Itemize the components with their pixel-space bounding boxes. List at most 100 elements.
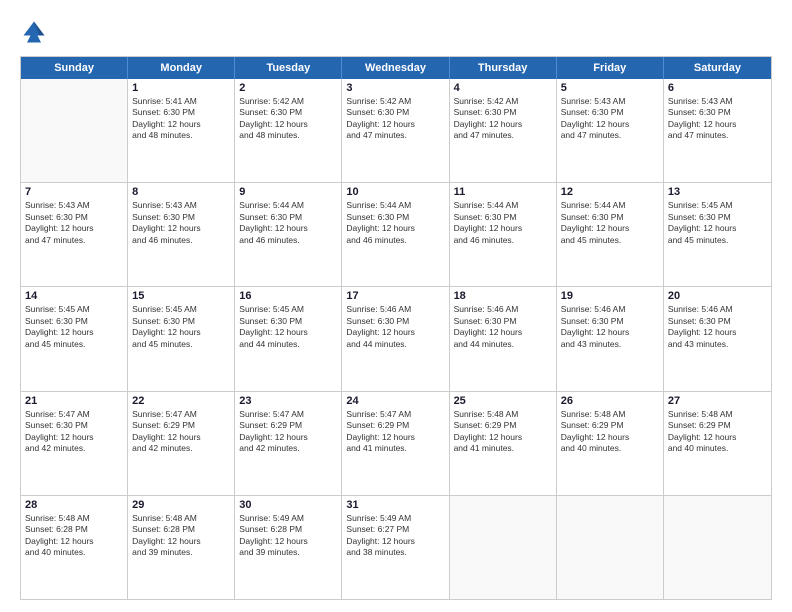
calendar-cell	[450, 496, 557, 599]
calendar-cell: 26 Sunrise: 5:48 AM Sunset: 6:29 PM Dayli…	[557, 392, 664, 495]
calendar: SundayMondayTuesdayWednesdayThursdayFrid…	[20, 56, 772, 600]
day-info: Sunrise: 5:43 AM Sunset: 6:30 PM Dayligh…	[132, 200, 230, 246]
day-info: Sunrise: 5:42 AM Sunset: 6:30 PM Dayligh…	[454, 96, 552, 142]
calendar-cell	[664, 496, 771, 599]
calendar-week-row: 21 Sunrise: 5:47 AM Sunset: 6:30 PM Dayli…	[21, 392, 771, 496]
calendar-cell: 20 Sunrise: 5:46 AM Sunset: 6:30 PM Dayli…	[664, 287, 771, 390]
day-number: 6	[668, 82, 767, 94]
day-info: Sunrise: 5:47 AM Sunset: 6:30 PM Dayligh…	[25, 409, 123, 455]
calendar-cell: 10 Sunrise: 5:44 AM Sunset: 6:30 PM Dayli…	[342, 183, 449, 286]
day-info: Sunrise: 5:43 AM Sunset: 6:30 PM Dayligh…	[561, 96, 659, 142]
calendar-cell: 3 Sunrise: 5:42 AM Sunset: 6:30 PM Daylig…	[342, 79, 449, 182]
day-info: Sunrise: 5:46 AM Sunset: 6:30 PM Dayligh…	[668, 304, 767, 350]
day-info: Sunrise: 5:44 AM Sunset: 6:30 PM Dayligh…	[454, 200, 552, 246]
day-info: Sunrise: 5:46 AM Sunset: 6:30 PM Dayligh…	[561, 304, 659, 350]
calendar-header-day: Monday	[128, 57, 235, 79]
day-number: 9	[239, 186, 337, 198]
day-info: Sunrise: 5:42 AM Sunset: 6:30 PM Dayligh…	[346, 96, 444, 142]
day-info: Sunrise: 5:45 AM Sunset: 6:30 PM Dayligh…	[239, 304, 337, 350]
day-number: 31	[346, 499, 444, 511]
calendar-cell: 31Sunrise: 5:49 AM Sunset: 6:27 PM Dayli…	[342, 496, 449, 599]
day-info: Sunrise: 5:43 AM Sunset: 6:30 PM Dayligh…	[668, 96, 767, 142]
calendar-cell	[21, 79, 128, 182]
calendar-cell: 8 Sunrise: 5:43 AM Sunset: 6:30 PM Daylig…	[128, 183, 235, 286]
calendar-cell: 9 Sunrise: 5:44 AM Sunset: 6:30 PM Daylig…	[235, 183, 342, 286]
page: SundayMondayTuesdayWednesdayThursdayFrid…	[0, 0, 792, 612]
calendar-cell: 18Sunrise: 5:46 AM Sunset: 6:30 PM Dayli…	[450, 287, 557, 390]
logo	[20, 18, 52, 46]
day-number: 30	[239, 499, 337, 511]
day-info: Sunrise: 5:42 AM Sunset: 6:30 PM Dayligh…	[239, 96, 337, 142]
day-number: 29	[132, 499, 230, 511]
calendar-cell: 17 Sunrise: 5:46 AM Sunset: 6:30 PM Dayli…	[342, 287, 449, 390]
day-info: Sunrise: 5:44 AM Sunset: 6:30 PM Dayligh…	[239, 200, 337, 246]
day-info: Sunrise: 5:48 AM Sunset: 6:28 PM Dayligh…	[25, 513, 123, 559]
day-info: Sunrise: 5:49 AM Sunset: 6:28 PM Dayligh…	[239, 513, 337, 559]
day-number: 14	[25, 290, 123, 302]
day-info: Sunrise: 5:47 AM Sunset: 6:29 PM Dayligh…	[346, 409, 444, 455]
calendar-cell: 23 Sunrise: 5:47 AM Sunset: 6:29 PM Dayli…	[235, 392, 342, 495]
logo-icon	[20, 18, 48, 46]
day-number: 17	[346, 290, 444, 302]
day-number: 22	[132, 395, 230, 407]
calendar-cell: 2 Sunrise: 5:42 AM Sunset: 6:30 PM Daylig…	[235, 79, 342, 182]
day-number: 26	[561, 395, 659, 407]
calendar-cell: 27 Sunrise: 5:48 AM Sunset: 6:29 PM Dayli…	[664, 392, 771, 495]
calendar-cell: 15 Sunrise: 5:45 AM Sunset: 6:30 PM Dayli…	[128, 287, 235, 390]
calendar-cell: 11 Sunrise: 5:44 AM Sunset: 6:30 PM Dayli…	[450, 183, 557, 286]
day-info: Sunrise: 5:45 AM Sunset: 6:30 PM Dayligh…	[668, 200, 767, 246]
day-number: 19	[561, 290, 659, 302]
day-number: 2	[239, 82, 337, 94]
day-number: 20	[668, 290, 767, 302]
calendar-cell: 6 Sunrise: 5:43 AM Sunset: 6:30 PM Daylig…	[664, 79, 771, 182]
day-number: 8	[132, 186, 230, 198]
day-info: Sunrise: 5:46 AM Sunset: 6:30 PM Dayligh…	[454, 304, 552, 350]
calendar-cell: 7 Sunrise: 5:43 AM Sunset: 6:30 PM Daylig…	[21, 183, 128, 286]
day-number: 7	[25, 186, 123, 198]
calendar-cell: 1Sunrise: 5:41 AM Sunset: 6:30 PM Daylig…	[128, 79, 235, 182]
calendar-cell: 30 Sunrise: 5:49 AM Sunset: 6:28 PM Dayli…	[235, 496, 342, 599]
day-number: 24	[346, 395, 444, 407]
day-info: Sunrise: 5:47 AM Sunset: 6:29 PM Dayligh…	[239, 409, 337, 455]
calendar-cell: 12 Sunrise: 5:44 AM Sunset: 6:30 PM Dayli…	[557, 183, 664, 286]
day-number: 12	[561, 186, 659, 198]
calendar-cell: 5 Sunrise: 5:43 AM Sunset: 6:30 PM Daylig…	[557, 79, 664, 182]
calendar-header-day: Tuesday	[235, 57, 342, 79]
calendar-week-row: 7 Sunrise: 5:43 AM Sunset: 6:30 PM Daylig…	[21, 183, 771, 287]
calendar-cell: 16Sunrise: 5:45 AM Sunset: 6:30 PM Dayli…	[235, 287, 342, 390]
day-number: 25	[454, 395, 552, 407]
day-number: 5	[561, 82, 659, 94]
day-info: Sunrise: 5:48 AM Sunset: 6:29 PM Dayligh…	[561, 409, 659, 455]
day-info: Sunrise: 5:43 AM Sunset: 6:30 PM Dayligh…	[25, 200, 123, 246]
calendar-body: 1Sunrise: 5:41 AM Sunset: 6:30 PM Daylig…	[21, 79, 771, 599]
calendar-header-day: Sunday	[21, 57, 128, 79]
day-info: Sunrise: 5:48 AM Sunset: 6:29 PM Dayligh…	[668, 409, 767, 455]
calendar-cell: 22 Sunrise: 5:47 AM Sunset: 6:29 PM Dayli…	[128, 392, 235, 495]
header	[20, 18, 772, 46]
calendar-cell: 13 Sunrise: 5:45 AM Sunset: 6:30 PM Dayli…	[664, 183, 771, 286]
day-number: 15	[132, 290, 230, 302]
day-info: Sunrise: 5:44 AM Sunset: 6:30 PM Dayligh…	[346, 200, 444, 246]
day-number: 3	[346, 82, 444, 94]
day-number: 23	[239, 395, 337, 407]
calendar-cell: 4 Sunrise: 5:42 AM Sunset: 6:30 PM Daylig…	[450, 79, 557, 182]
day-number: 13	[668, 186, 767, 198]
day-info: Sunrise: 5:44 AM Sunset: 6:30 PM Dayligh…	[561, 200, 659, 246]
calendar-cell: 14Sunrise: 5:45 AM Sunset: 6:30 PM Dayli…	[21, 287, 128, 390]
day-info: Sunrise: 5:48 AM Sunset: 6:28 PM Dayligh…	[132, 513, 230, 559]
day-number: 21	[25, 395, 123, 407]
calendar-week-row: 28 Sunrise: 5:48 AM Sunset: 6:28 PM Dayli…	[21, 496, 771, 599]
calendar-cell: 28 Sunrise: 5:48 AM Sunset: 6:28 PM Dayli…	[21, 496, 128, 599]
calendar-header-day: Saturday	[664, 57, 771, 79]
day-number: 11	[454, 186, 552, 198]
day-info: Sunrise: 5:45 AM Sunset: 6:30 PM Dayligh…	[132, 304, 230, 350]
calendar-header-day: Thursday	[450, 57, 557, 79]
day-number: 10	[346, 186, 444, 198]
day-number: 4	[454, 82, 552, 94]
day-number: 28	[25, 499, 123, 511]
day-info: Sunrise: 5:48 AM Sunset: 6:29 PM Dayligh…	[454, 409, 552, 455]
day-info: Sunrise: 5:47 AM Sunset: 6:29 PM Dayligh…	[132, 409, 230, 455]
day-info: Sunrise: 5:46 AM Sunset: 6:30 PM Dayligh…	[346, 304, 444, 350]
calendar-cell: 29 Sunrise: 5:48 AM Sunset: 6:28 PM Dayli…	[128, 496, 235, 599]
day-number: 27	[668, 395, 767, 407]
